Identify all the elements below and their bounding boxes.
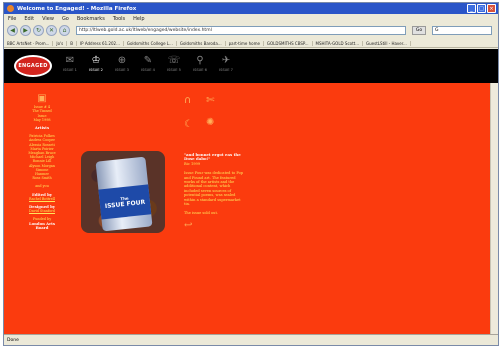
pencil-icon: ✎ bbox=[143, 54, 153, 66]
maximize-button[interactable]: □ bbox=[477, 4, 486, 13]
menu-go[interactable]: Go bbox=[62, 16, 69, 22]
issue-nav: ✉ ISSUE 1 ♔ ISSUE 2 ⊕ ISSUE 3 ✎ ISSUE 4 … bbox=[60, 53, 236, 73]
minimize-button[interactable]: _ bbox=[467, 4, 476, 13]
status-bar: Done bbox=[4, 334, 498, 345]
bookmark-item[interactable]: B bbox=[70, 40, 77, 46]
plane-icon: ✈ bbox=[221, 54, 231, 66]
quote-text: "and bonnet ergot eas the Dose dabo!" bbox=[184, 152, 241, 162]
close-button[interactable]: × bbox=[487, 4, 496, 13]
funder-name-2: Board bbox=[35, 224, 49, 230]
menu-bar: File Edit View Go Bookmarks Tools Help bbox=[4, 14, 498, 23]
circle-plus-icon: ⊕ bbox=[117, 54, 127, 66]
microphone-icon: ⚲ bbox=[196, 54, 204, 66]
issue-1-link[interactable]: ✉ ISSUE 1 bbox=[60, 53, 80, 73]
banana-icon[interactable]: ☾ bbox=[184, 119, 193, 130]
phone-icon: ☏ bbox=[167, 54, 181, 66]
issue-6-link[interactable]: ⚲ ISSUE 6 bbox=[190, 53, 210, 73]
can-label-main: ISSUE FOUR bbox=[104, 198, 146, 211]
bookmarks-toolbar: BBC ArtsNet · Prom... Jo's B IP Address … bbox=[4, 39, 498, 48]
designer-link[interactable]: David Stanford bbox=[29, 209, 55, 213]
bookmark-item[interactable]: BBC ArtsNet · Prom... bbox=[7, 40, 54, 46]
bookmark-item[interactable]: IP Address 61.202... bbox=[80, 40, 124, 46]
back-button[interactable]: ◀ bbox=[7, 25, 18, 36]
issue-label: ISSUE 6 bbox=[193, 68, 207, 72]
issue-label: ISSUE 3 bbox=[115, 68, 129, 72]
forward-button[interactable]: ▶ bbox=[20, 25, 31, 36]
bookmark-item[interactable]: Goldsmiths Baroda... bbox=[180, 40, 226, 46]
magnet-icon[interactable]: ∩ bbox=[184, 95, 191, 106]
bookmark-item[interactable]: part-time home bbox=[229, 40, 264, 46]
tin-can-icon: ▣ bbox=[37, 93, 47, 104]
issue-label: ISSUE 2 bbox=[89, 68, 103, 72]
menu-tools[interactable]: Tools bbox=[113, 16, 125, 22]
menu-file[interactable]: File bbox=[8, 16, 16, 22]
page-content: ▣ Issue # 4 The Tinned Issue May 1998 Ar… bbox=[4, 83, 498, 335]
editor-link[interactable]: Rachel Bottrell bbox=[29, 197, 55, 201]
envelope-icon: ✉ bbox=[65, 54, 75, 66]
bookmark-item[interactable]: GuestLStill - Haver... bbox=[366, 40, 411, 46]
issue-7-link[interactable]: ✈ ISSUE 7 bbox=[216, 53, 236, 73]
sold-out-text: The issue sold out. bbox=[184, 211, 219, 216]
url-bar[interactable]: http://ltlweb.gold.ac.uk/ltlweb/engaged/… bbox=[76, 26, 406, 35]
menu-edit[interactable]: Edit bbox=[24, 16, 34, 22]
status-text: Done bbox=[7, 337, 19, 343]
description-column: "and bonnet ergot eas the Dose dabo!" Bi… bbox=[184, 152, 244, 231]
site-header: ENGAGED ✉ ISSUE 1 ♔ ISSUE 2 ⊕ ISSUE 3 ✎ … bbox=[4, 49, 498, 83]
bookmark-item[interactable]: GOLDSMITHS CBSP... bbox=[267, 40, 313, 46]
navigation-toolbar: ◀ ▶ ↻ ✕ ⌂ http://ltlweb.gold.ac.uk/ltlwe… bbox=[4, 23, 498, 38]
issue-5-link[interactable]: ☏ ISSUE 5 bbox=[164, 53, 184, 73]
browser-window: Welcome to Engaged! - Mozilla Firefox _ … bbox=[3, 2, 499, 346]
description-text: Issue Four was dedicated to Pop and Foun… bbox=[184, 171, 244, 207]
search-input[interactable]: G bbox=[432, 26, 492, 35]
reload-button[interactable]: ↻ bbox=[33, 25, 44, 36]
gear-icon[interactable]: ✺ bbox=[206, 117, 214, 128]
crown-icon: ♔ bbox=[91, 54, 101, 66]
back-arrow-icon[interactable]: ↩ bbox=[184, 220, 244, 231]
credits-column: ▣ Issue # 4 The Tinned Issue May 1998 Ar… bbox=[22, 93, 62, 230]
menu-bookmarks[interactable]: Bookmarks bbox=[77, 16, 105, 22]
tools-icon[interactable]: ✄ bbox=[206, 95, 214, 106]
vertical-scrollbar[interactable] bbox=[490, 83, 498, 335]
menu-view[interactable]: View bbox=[42, 16, 54, 22]
bookmark-item[interactable]: MSHITA-GOLD Scott... bbox=[316, 40, 364, 46]
engaged-logo[interactable]: ENGAGED bbox=[14, 55, 52, 77]
bookmark-item[interactable]: Goldsmiths College L... bbox=[127, 40, 177, 46]
issue-label: ISSUE 4 bbox=[141, 68, 155, 72]
issue-4-link[interactable]: ✎ ISSUE 4 bbox=[138, 53, 158, 73]
tin-can-image: The ISSUE FOUR bbox=[95, 156, 153, 232]
issue-2-link[interactable]: ♔ ISSUE 2 bbox=[86, 53, 106, 73]
issue-3-link[interactable]: ⊕ ISSUE 3 bbox=[112, 53, 132, 73]
bookmark-item[interactable]: Jo's bbox=[56, 40, 68, 46]
home-button[interactable]: ⌂ bbox=[59, 25, 70, 36]
tin-can-photo: The ISSUE FOUR bbox=[81, 151, 165, 233]
issue-label: ISSUE 5 bbox=[167, 68, 181, 72]
issue-label: ISSUE 1 bbox=[63, 68, 77, 72]
window-title: Welcome to Engaged! - Mozilla Firefox bbox=[17, 5, 137, 12]
menu-help[interactable]: Help bbox=[133, 16, 144, 22]
firefox-icon bbox=[7, 5, 14, 12]
title-bar: Welcome to Engaged! - Mozilla Firefox _ … bbox=[4, 3, 498, 14]
issue-label: ISSUE 7 bbox=[219, 68, 233, 72]
go-button[interactable]: Go bbox=[412, 26, 426, 35]
stop-button[interactable]: ✕ bbox=[46, 25, 57, 36]
